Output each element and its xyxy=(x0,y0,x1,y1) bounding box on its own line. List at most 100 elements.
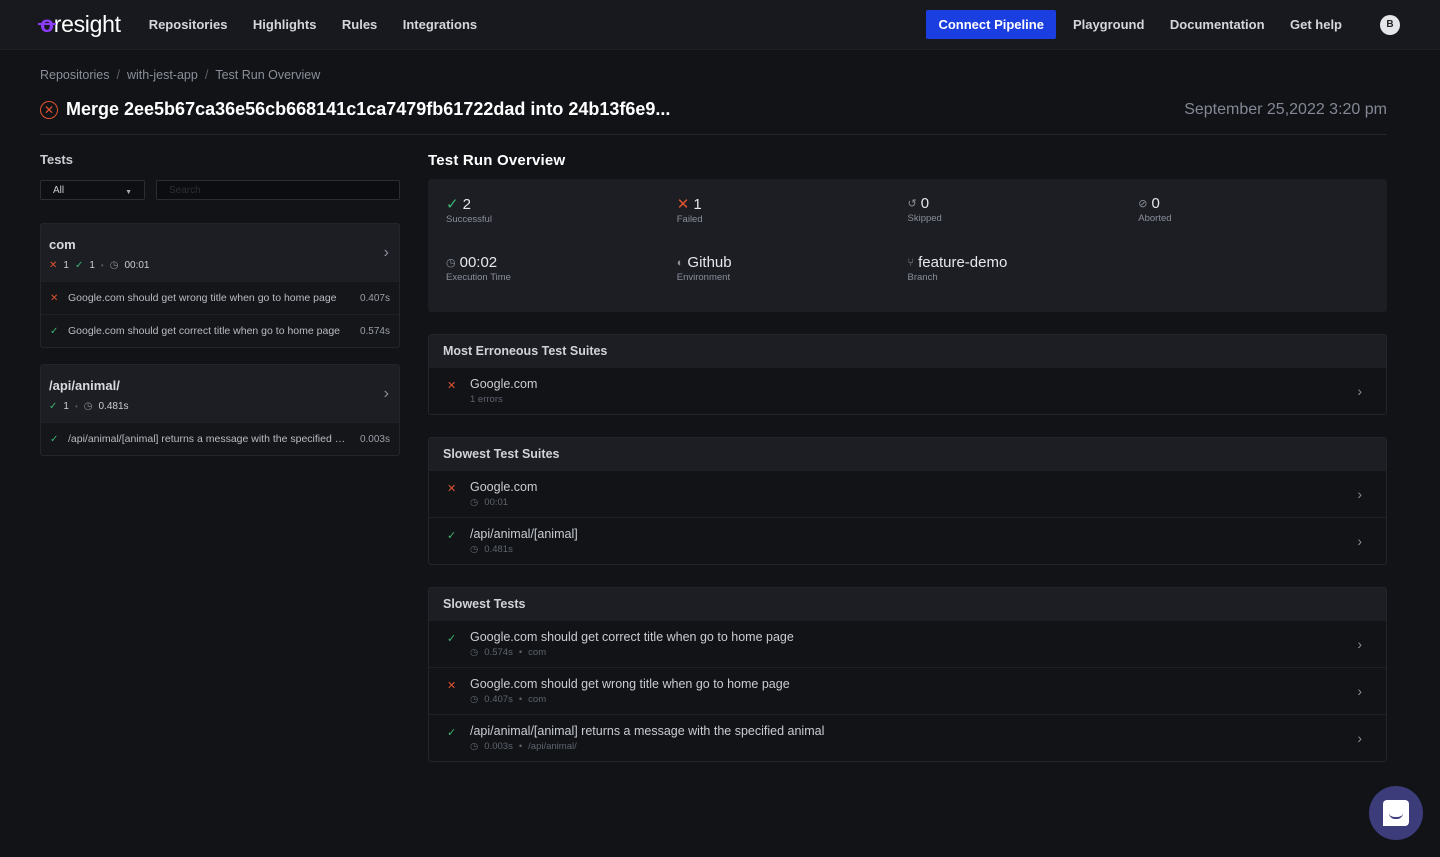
list-item[interactable]: ✓ /api/animal/[animal] ◷ 0.481s › xyxy=(429,517,1386,564)
abort-icon: ⊘ xyxy=(1138,198,1148,210)
stat-value: Github xyxy=(687,254,732,271)
list-item[interactable]: ✕ Google.com 1 errors › xyxy=(429,367,1386,414)
separator-dot: • xyxy=(100,261,104,270)
connect-pipeline-button[interactable]: Connect Pipeline xyxy=(926,10,1056,39)
suite-name: Google.com xyxy=(470,377,538,391)
tests-heading: Tests xyxy=(40,152,73,167)
test-time: 0.574s xyxy=(359,325,390,337)
test-row[interactable]: ✓ /api/animal/[animal] returns a message… xyxy=(41,422,399,455)
stat-value: 2 xyxy=(462,195,471,213)
user-avatar[interactable]: B xyxy=(1380,14,1400,35)
clock-icon: ◷ xyxy=(446,257,456,269)
stat-branch: ⑂ feature-demo Branch xyxy=(908,254,1139,313)
overview-stats: ✓ 2 Successful ✕ 1 Failed ↺ 0 Skipped ⊘ 0 Aborte… xyxy=(428,179,1387,312)
test-time: 0.003s xyxy=(484,741,513,752)
nav-get-help[interactable]: Get help xyxy=(1290,17,1342,32)
branch-icon: ⑂ xyxy=(907,256,915,269)
test-time: 0.574s xyxy=(484,647,513,658)
nav-playground[interactable]: Playground xyxy=(1073,17,1145,32)
suite-duration: 0.481s xyxy=(98,401,129,412)
stat-label: Aborted xyxy=(1138,213,1172,224)
breadcrumb: Repositories / with-jest-app / Test Run Over… xyxy=(40,68,321,82)
foresight-logo[interactable]: oresight xyxy=(38,11,121,38)
test-time: 0.407s xyxy=(359,292,390,304)
caret-down-icon: ▼ xyxy=(125,188,132,196)
erroneous-suites-panel: Most Erroneous Test Suites ✕ Google.com 1… xyxy=(428,334,1387,415)
failed-count: 1 xyxy=(63,260,69,271)
test-time: 0.003s xyxy=(359,433,390,445)
x-icon: ✕ xyxy=(50,292,59,304)
test-time: 0.407s xyxy=(484,694,513,705)
stat-label: Failed xyxy=(676,214,703,225)
nav-rules[interactable]: Rules xyxy=(342,17,377,32)
breadcrumb-repositories[interactable]: Repositories xyxy=(40,68,109,82)
page-title: Merge 2ee5b67ca36e56cb668141c1ca7479fb61… xyxy=(66,99,671,119)
github-icon: ◐ xyxy=(676,256,684,269)
chevron-right-icon: › xyxy=(1357,683,1362,699)
failed-circle-icon: ✕ xyxy=(40,100,58,119)
separator-dot: • xyxy=(74,402,78,411)
separator-dot: • xyxy=(518,741,523,752)
stat-value: 0 xyxy=(1151,195,1160,212)
x-icon: ✕ xyxy=(447,680,457,692)
stat-label: Successful xyxy=(446,214,492,225)
overview-panel: Test Run Overview ✓ 2 Successful ✕ 1 Failed … xyxy=(428,152,1387,762)
test-name: Google.com should get correct title when… xyxy=(470,630,794,644)
clock-icon: ◷ xyxy=(470,694,479,705)
clock-icon: ◷ xyxy=(109,260,119,271)
list-item[interactable]: ✕ Google.com ◷ 00:01 › xyxy=(429,470,1386,517)
chevron-right-icon: › xyxy=(383,243,389,261)
suite-duration: 00:01 xyxy=(124,260,150,271)
check-icon: ✓ xyxy=(74,260,84,271)
list-item[interactable]: ✕ Google.com should get wrong title when… xyxy=(429,667,1386,714)
check-icon: ✓ xyxy=(50,325,59,337)
separator-dot: • xyxy=(518,647,523,658)
x-icon: ✕ xyxy=(676,196,690,213)
separator-dot: • xyxy=(518,694,523,705)
status-filter-select[interactable]: All ▼ xyxy=(40,180,145,200)
chevron-right-icon: › xyxy=(1357,533,1362,549)
list-item[interactable]: ✓ Google.com should get correct title wh… xyxy=(429,620,1386,667)
nav-documentation[interactable]: Documentation xyxy=(1170,17,1265,32)
suite-name: com xyxy=(49,237,76,252)
breadcrumb-current: Test Run Overview xyxy=(215,68,321,82)
chevron-right-icon: › xyxy=(1357,383,1362,399)
suite-card: com ✕ 1 ✓ 1 • ◷ 00:01 › ✕ Google.com should… xyxy=(40,223,400,348)
suite-header[interactable]: com ✕ 1 ✓ 1 • ◷ 00:01 › xyxy=(41,224,399,281)
passed-count: 1 xyxy=(63,401,69,412)
list-item[interactable]: ✓ /api/animal/[animal] returns a message… xyxy=(429,714,1386,761)
check-icon: ✓ xyxy=(447,530,457,542)
test-row[interactable]: ✕ Google.com should get wrong title when… xyxy=(41,281,399,314)
x-icon: ✕ xyxy=(447,380,457,392)
passed-count: 1 xyxy=(89,260,95,271)
breadcrumb-repo[interactable]: with-jest-app xyxy=(127,68,198,82)
stat-successful: ✓ 2 Successful xyxy=(446,195,677,254)
error-count: 1 errors xyxy=(470,394,503,405)
stat-value: feature-demo xyxy=(918,254,1008,271)
panel-title: Most Erroneous Test Suites xyxy=(429,335,1386,367)
test-name: Google.com should get wrong title when g… xyxy=(68,292,337,304)
test-name: /api/animal/[animal] returns a message w… xyxy=(68,433,360,445)
chat-launcher-button[interactable] xyxy=(1369,786,1423,840)
stat-value: 1 xyxy=(693,195,702,213)
x-icon: ✕ xyxy=(447,483,457,495)
suite-header[interactable]: /api/animal/ ✓ 1 • ◷ 0.481s › xyxy=(41,365,399,422)
test-suite: com xyxy=(528,647,547,658)
test-row[interactable]: ✓ Google.com should get correct title wh… xyxy=(41,314,399,347)
test-name: Google.com should get wrong title when g… xyxy=(470,677,790,691)
nav-integrations[interactable]: Integrations xyxy=(403,17,477,32)
check-icon: ✓ xyxy=(447,727,457,739)
stat-skipped: ↺ 0 Skipped xyxy=(908,195,1139,254)
chat-icon xyxy=(1383,800,1409,826)
suite-card: /api/animal/ ✓ 1 • ◷ 0.481s › ✓ /api/anima… xyxy=(40,364,400,456)
chevron-right-icon: › xyxy=(1357,486,1362,502)
suite-name: /api/animal/[animal] xyxy=(470,527,578,541)
page-header: ✕ Merge 2ee5b67ca36e56cb668141c1ca7479fb… xyxy=(40,99,1387,120)
check-icon: ✓ xyxy=(447,633,457,645)
stat-label: Skipped xyxy=(907,213,942,224)
tests-search-input[interactable] xyxy=(156,180,400,200)
suite-time: 0.481s xyxy=(484,544,513,555)
nav-repositories[interactable]: Repositories xyxy=(149,17,228,32)
stat-aborted: ⊘ 0 Aborted xyxy=(1138,195,1369,254)
nav-highlights[interactable]: Highlights xyxy=(253,17,317,32)
